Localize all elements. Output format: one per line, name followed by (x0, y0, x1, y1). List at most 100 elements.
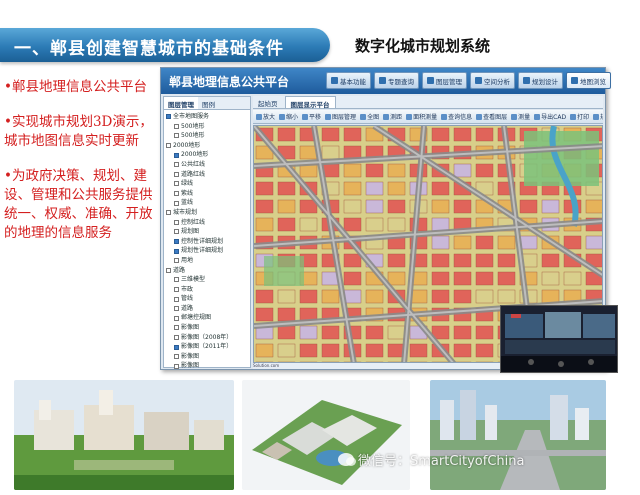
layer-checkbox[interactable] (174, 258, 179, 264)
tree-node[interactable]: 2000地形 (166, 141, 248, 151)
map-building (585, 235, 602, 250)
toolbar-button[interactable]: 放大 (256, 112, 275, 121)
tree-node[interactable]: 影像图 (166, 323, 248, 333)
tab-layer-display[interactable]: 图层显示平台 (284, 96, 336, 109)
layer-checkbox[interactable] (174, 133, 179, 139)
tree-node[interactable]: 500地形 (166, 122, 248, 132)
tab-start-page[interactable]: 起始页 (253, 96, 283, 108)
toolbar-button[interactable]: 面积测量 (406, 112, 437, 121)
tree-node[interactable]: 2000地形 (166, 150, 248, 160)
toolbar-button[interactable]: 缩小 (279, 112, 298, 121)
layer-checkbox[interactable] (174, 306, 179, 312)
tree-node[interactable]: 三维模型 (166, 275, 248, 285)
layer-checkbox[interactable] (174, 162, 179, 168)
tree-node-label: 影像图 (181, 324, 200, 332)
toolbar-button[interactable]: 导出CAD (534, 112, 566, 121)
tree-node[interactable]: 蓝线 (166, 198, 248, 208)
menu-spatial-analysis[interactable]: 空间分析 (470, 72, 515, 89)
map-building (541, 199, 560, 214)
map-building (475, 343, 494, 358)
menu-layer-manage[interactable]: 图层管理 (422, 72, 467, 89)
map-building (321, 145, 340, 160)
layer-checkbox[interactable] (174, 344, 179, 350)
tree-node[interactable]: 绿线 (166, 179, 248, 189)
map-building (255, 289, 274, 304)
layer-checkbox[interactable] (166, 114, 171, 120)
menu-thematic-query[interactable]: 专题查询 (374, 72, 419, 89)
tree-node[interactable]: 紫线 (166, 189, 248, 199)
tree-node[interactable]: 道路 (166, 304, 248, 314)
menu-label: 地图浏览 (580, 77, 606, 86)
tool-icon (256, 113, 262, 120)
layer-checkbox[interactable] (174, 248, 179, 254)
layer-checkbox[interactable] (174, 219, 179, 225)
layer-checkbox[interactable] (174, 315, 179, 321)
tree-node[interactable]: 影像图（2011年） (166, 342, 248, 352)
layer-checkbox[interactable] (166, 143, 171, 149)
tree-node[interactable]: 城市规划 (166, 208, 248, 218)
control-room-photo (500, 305, 618, 373)
toolbar-button[interactable]: 规划分析 (593, 112, 603, 121)
map-building (343, 289, 362, 304)
tool-icon (570, 113, 577, 120)
tree-node[interactable]: 道路 (166, 266, 248, 276)
toolbar-button[interactable]: 打印 (570, 112, 589, 121)
layer-checkbox[interactable] (174, 286, 179, 292)
tab-layer-manage[interactable]: 图层管理 (164, 97, 198, 109)
layer-checkbox[interactable] (174, 239, 179, 245)
layer-checkbox[interactable] (166, 210, 171, 216)
tree-node[interactable]: 影像图 (166, 361, 248, 371)
tree-node[interactable]: 用地 (166, 256, 248, 266)
layer-checkbox[interactable] (174, 191, 179, 197)
map-building (277, 325, 296, 340)
map-building (431, 127, 450, 142)
toolbar-button[interactable]: 查看图层 (476, 112, 507, 121)
tree-node[interactable]: 规划图 (166, 227, 248, 237)
map-building (255, 217, 274, 232)
layer-checkbox[interactable] (174, 363, 179, 369)
tree-node[interactable]: 郸塘控规图 (166, 313, 248, 323)
menu-label: 图层管理 (436, 77, 462, 86)
toolbar-button[interactable]: 查询信息 (441, 112, 472, 121)
layer-checkbox[interactable] (174, 181, 179, 187)
layer-checkbox[interactable] (174, 296, 179, 302)
menu-planning-design[interactable]: 规划设计 (518, 72, 563, 89)
tree-node[interactable]: 公共红线 (166, 160, 248, 170)
menu-basic-functions[interactable]: 基本功能 (326, 72, 371, 89)
toolbar-button[interactable]: 全图 (360, 112, 379, 121)
layer-checkbox[interactable] (174, 354, 179, 360)
bullet-item: •为政府决策、规划、建设、管理和公共服务提供统一、权威、准确、开放的地理的信息服… (4, 168, 153, 241)
layer-checkbox[interactable] (174, 123, 179, 129)
toolbar-button[interactable]: 平移 (302, 112, 321, 121)
tree-node[interactable]: 控制红线 (166, 218, 248, 228)
map-building (453, 163, 472, 178)
toolbar-button[interactable]: 图层管理 (325, 112, 356, 121)
tree-node[interactable]: 道路红线 (166, 170, 248, 180)
toolbar-button[interactable]: 测距 (383, 112, 402, 121)
tree-node[interactable]: 规划性详细规划 (166, 246, 248, 256)
layer-checkbox[interactable] (174, 152, 179, 158)
tree-node[interactable]: 影像图 (166, 352, 248, 362)
map-building (475, 325, 494, 340)
tool-icon (302, 113, 309, 120)
tree-node[interactable]: 市政 (166, 285, 248, 295)
tree-node[interactable]: 控制性详细规划 (166, 237, 248, 247)
toolbar-button[interactable]: 测量 (511, 112, 530, 121)
menu-map-browse[interactable]: 地图浏览 (566, 72, 611, 89)
tab-legend[interactable]: 图例 (198, 97, 219, 109)
tree-node[interactable]: 管线 (166, 294, 248, 304)
layer-checkbox[interactable] (174, 277, 179, 283)
toolbar-label: 缩小 (286, 114, 299, 121)
layer-checkbox[interactable] (174, 200, 179, 206)
layer-checkbox[interactable] (174, 334, 179, 340)
tree-node[interactable]: 影像图（2008年） (166, 333, 248, 343)
layer-checkbox[interactable] (174, 325, 179, 331)
layer-checkbox[interactable] (174, 171, 179, 177)
map-building (431, 217, 450, 232)
tree-node-label: 郸塘控规图 (181, 314, 212, 322)
layer-checkbox[interactable] (166, 267, 171, 273)
section-subtitle: 数字化城市规划系统 (355, 37, 491, 55)
tree-node[interactable]: 500地形 (166, 131, 248, 141)
layer-checkbox[interactable] (174, 229, 179, 235)
tree-node[interactable]: 全市地图服务 (166, 112, 248, 122)
